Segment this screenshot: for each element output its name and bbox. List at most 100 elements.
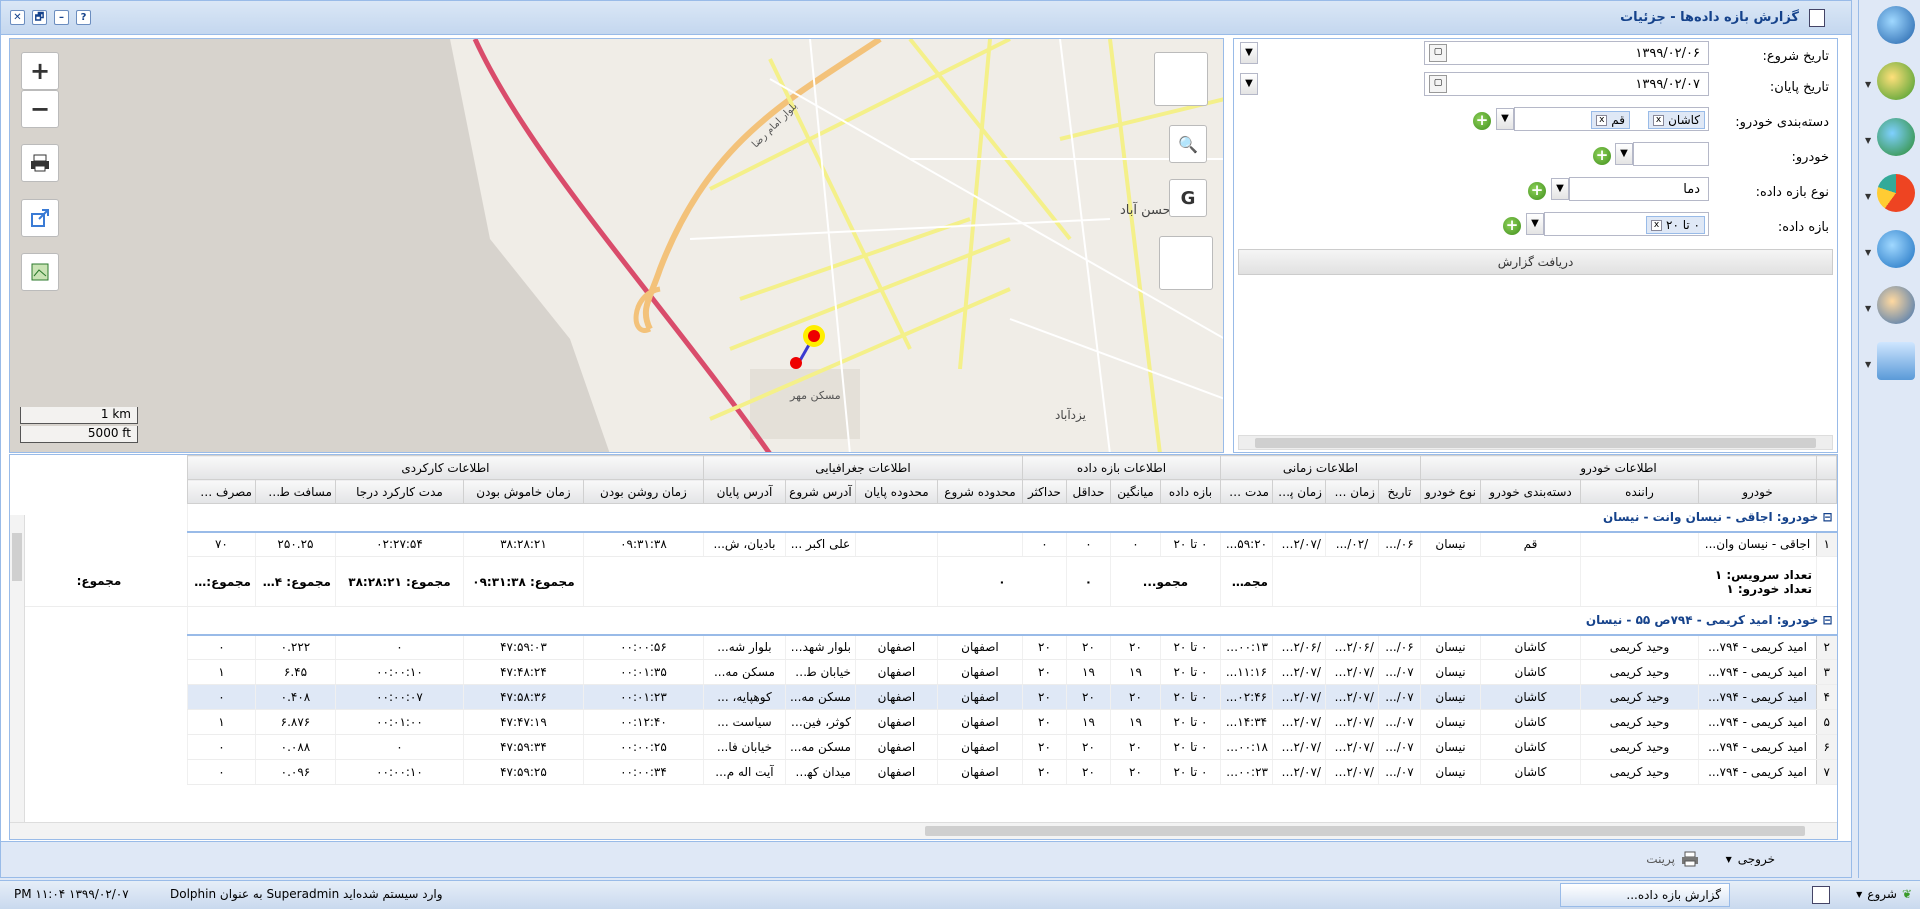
- table-cell[interactable]: امید کریمی - ۷۹۴...: [1698, 759, 1817, 785]
- vehicle-input[interactable]: [1633, 142, 1709, 166]
- table-cell[interactable]: ۲۰: [1021, 759, 1067, 785]
- table-cell[interactable]: ۰ تا ۲۰: [1159, 659, 1221, 685]
- add-icon[interactable]: +: [1503, 217, 1521, 235]
- info-icon[interactable]: [1877, 6, 1915, 44]
- row-number[interactable]: ۶: [1816, 734, 1837, 760]
- table-cell[interactable]: اصفهان: [936, 709, 1023, 735]
- chart-pie-icon[interactable]: [1877, 174, 1915, 212]
- table-row[interactable]: ۶ امید کریمی - ۷۹۴... وحید کریمی کاشان نیسان…: [11, 734, 1837, 760]
- play-icon[interactable]: [1877, 230, 1915, 268]
- table-cell[interactable]: آیت اله م...: [702, 759, 786, 785]
- table-cell[interactable]: امید کریمی - ۷۹۴...: [1698, 709, 1817, 735]
- search-icon[interactable]: 🔍: [1169, 125, 1207, 163]
- zoom-out-button[interactable]: −: [21, 90, 59, 128]
- table-cell[interactable]: ۰ تا ۲۰: [1159, 634, 1221, 660]
- users-icon[interactable]: [1877, 62, 1915, 100]
- group-title[interactable]: ⊟ خودرو: اجاقی - نیسان وانت - نیسان: [186, 503, 1837, 533]
- column-header[interactable]: مصرف سوخت: [186, 479, 256, 504]
- table-cell[interactable]: ۰: [186, 734, 256, 760]
- table-cell[interactable]: ۲۰: [1021, 659, 1067, 685]
- map-canvas[interactable]: حسن آباد یزدآباد مسکن مهر بلوار امام رضا: [10, 39, 1224, 453]
- table-cell[interactable]: ۰۰:۰۰:۱۰: [334, 659, 464, 685]
- form-scrollbar[interactable]: [1238, 435, 1833, 450]
- table-cell[interactable]: وحید کریمی: [1580, 709, 1699, 735]
- table-cell[interactable]: /۰۲/۰۷...: [1271, 531, 1326, 557]
- table-cell[interactable]: ۲۰: [1021, 634, 1067, 660]
- table-cell[interactable]: سیاست ...: [702, 709, 786, 735]
- table-cell[interactable]: ۰۰:۰۰:۱۰: [334, 759, 464, 785]
- table-cell[interactable]: کاشان: [1480, 709, 1581, 735]
- table-cell[interactable]: ۰۰:۰۰:۲۳...: [1219, 759, 1273, 785]
- table-cell[interactable]: ۰ تا ۲۰: [1159, 709, 1221, 735]
- table-cell[interactable]: [936, 531, 1023, 557]
- vehicle-dropdown[interactable]: ▼: [1615, 143, 1633, 165]
- column-header[interactable]: زمان خاموش بودن: [462, 479, 584, 504]
- column-header[interactable]: محدوده پایان: [854, 479, 938, 504]
- messages-icon[interactable]: [1877, 342, 1915, 380]
- column-header[interactable]: مدت زمان: [1219, 479, 1273, 504]
- table-cell[interactable]: /۰۲/۰۷...: [1271, 709, 1326, 735]
- start-date-dropdown[interactable]: ▼: [1240, 42, 1258, 64]
- table-cell[interactable]: اصفهان: [854, 659, 938, 685]
- table-cell[interactable]: ۱۴:۳۴...: [1219, 709, 1273, 735]
- table-cell[interactable]: ۴۷:۴۷:۱۹: [462, 709, 584, 735]
- table-cell[interactable]: قم: [1480, 531, 1581, 557]
- table-cell[interactable]: ۰۷/...: [1377, 734, 1421, 760]
- add-icon[interactable]: +: [1528, 182, 1546, 200]
- table-cell[interactable]: ۰: [186, 759, 256, 785]
- column-header[interactable]: میانگین: [1109, 479, 1161, 504]
- table-cell[interactable]: /۰۲/۰۷...: [1271, 684, 1326, 710]
- table-cell[interactable]: ۶.۸۷۶: [254, 709, 336, 735]
- open-external-icon[interactable]: [21, 199, 59, 237]
- table-cell[interactable]: ۰: [1021, 531, 1067, 557]
- table-cell[interactable]: علی اکبر ...: [784, 531, 856, 557]
- table-cell[interactable]: ۲۰: [1065, 634, 1111, 660]
- table-cell[interactable]: کوثر، فین ...: [784, 709, 856, 735]
- range-type-dropdown[interactable]: ▼: [1551, 178, 1569, 200]
- table-cell[interactable]: ۰: [186, 684, 256, 710]
- table-cell[interactable]: /۰۲/۰۶...: [1324, 634, 1379, 660]
- end-date-dropdown[interactable]: ▼: [1240, 73, 1258, 95]
- collapse-icon[interactable]: ⊟: [1818, 613, 1832, 627]
- table-cell[interactable]: ۲۰: [1109, 634, 1161, 660]
- remove-tag-icon[interactable]: x: [1651, 219, 1663, 231]
- table-cell[interactable]: وحید کریمی: [1580, 659, 1699, 685]
- column-header[interactable]: حداکثر: [1021, 479, 1067, 504]
- end-date-input[interactable]: ۱۳۹۹/۰۲/۰۷: [1424, 72, 1709, 96]
- table-cell[interactable]: ۱۹: [1065, 709, 1111, 735]
- table-cell[interactable]: ۰: [334, 634, 464, 660]
- column-header[interactable]: حداقل: [1065, 479, 1111, 504]
- print-button[interactable]: پرینت: [1646, 851, 1699, 867]
- get-report-button[interactable]: دریافت گزارش: [1238, 249, 1833, 275]
- row-number[interactable]: ۴: [1816, 684, 1837, 710]
- table-cell[interactable]: ۴۷:۵۹:۳۴: [462, 734, 584, 760]
- column-header[interactable]: مدت کارکرد درجا: [334, 479, 464, 504]
- grid-horizontal-scrollbar[interactable]: [10, 822, 1837, 839]
- user-settings-icon[interactable]: [1877, 286, 1915, 324]
- table-cell[interactable]: وحید کریمی: [1580, 684, 1699, 710]
- table-cell[interactable]: ۰۷/...: [1377, 709, 1421, 735]
- table-cell[interactable]: ۰۰:۰۱:۲۳: [582, 684, 704, 710]
- table-cell[interactable]: امید کریمی - ۷۹۴...: [1698, 734, 1817, 760]
- table-cell[interactable]: کاشان: [1480, 659, 1581, 685]
- start-date-input[interactable]: ۱۳۹۹/۰۲/۰۶: [1424, 41, 1709, 65]
- close-button[interactable]: ✕: [10, 10, 25, 25]
- table-cell[interactable]: ۴۷:۵۹:۲۵: [462, 759, 584, 785]
- group-tag[interactable]: قم x: [1591, 111, 1630, 129]
- table-cell[interactable]: مسکن مه...: [784, 684, 856, 710]
- table-cell[interactable]: ۰۶/...: [1377, 531, 1421, 557]
- table-cell[interactable]: بلوار شه...: [702, 634, 786, 660]
- table-cell[interactable]: ۰: [1109, 531, 1161, 557]
- row-number[interactable]: ۳: [1816, 659, 1837, 685]
- table-cell[interactable]: نیسان: [1419, 634, 1481, 660]
- table-cell[interactable]: ۴۷:۵۹:۰۳: [462, 634, 584, 660]
- table-cell[interactable]: مسکن مه...: [784, 734, 856, 760]
- table-cell[interactable]: ۱: [186, 659, 256, 685]
- table-cell[interactable]: ۷۰: [186, 531, 256, 557]
- table-cell[interactable]: اصفهان: [936, 659, 1023, 685]
- table-cell[interactable]: اصفهان: [854, 684, 938, 710]
- minimize-button[interactable]: –: [54, 10, 69, 25]
- table-cell[interactable]: ۱۹: [1109, 709, 1161, 735]
- table-cell[interactable]: ۰۶/...: [1377, 634, 1421, 660]
- range-tag[interactable]: ۰ تا ۲۰ x: [1646, 216, 1705, 234]
